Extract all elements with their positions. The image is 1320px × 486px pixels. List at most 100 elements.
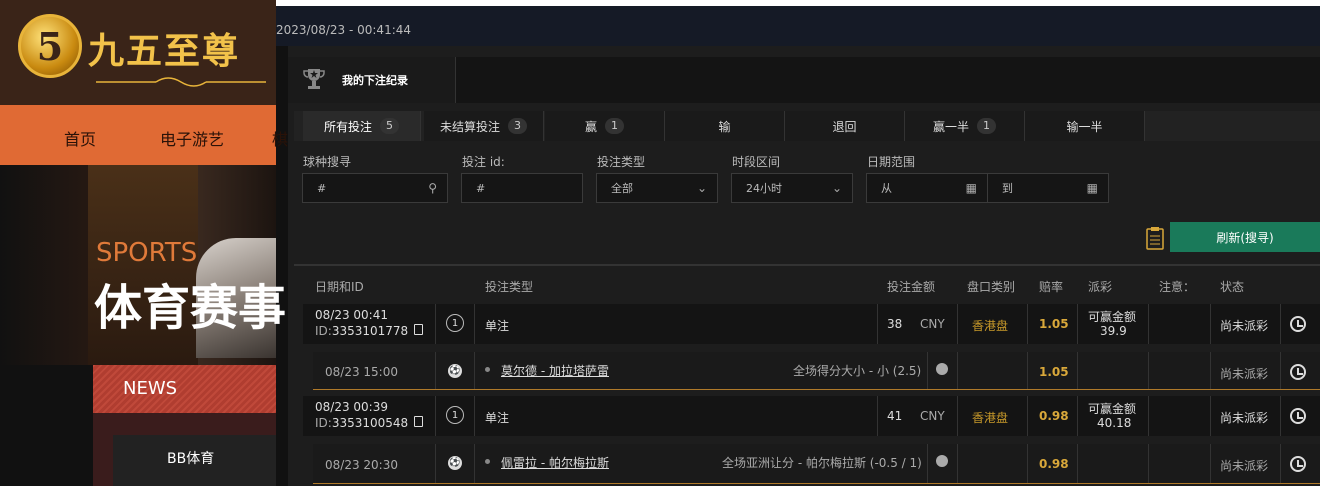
period-select[interactable]: 24小时 ⌄: [731, 173, 853, 203]
divider: [435, 396, 436, 436]
divider: [1077, 352, 1078, 389]
divider: [1027, 444, 1028, 483]
bet-number-icon: 1: [446, 314, 464, 332]
divider: [1148, 304, 1149, 344]
match-link[interactable]: 莫尔德 - 加拉塔萨雷: [501, 362, 609, 379]
soccer-ball-icon: ⚽: [448, 364, 462, 378]
calendar-icon[interactable]: ▦: [966, 181, 977, 195]
tab-count: 1: [605, 118, 624, 134]
divider: [1280, 444, 1281, 483]
currency: CNY: [920, 317, 945, 331]
bb-sports-label: BB体育: [167, 451, 215, 467]
th-notes: 注意：: [1159, 280, 1196, 294]
divider: [474, 396, 475, 436]
tab-label: 未结算投注: [439, 119, 500, 134]
hero-title: 体育赛事: [94, 280, 287, 336]
date-from-placeholder: 从: [881, 182, 892, 195]
divider: [1148, 444, 1149, 483]
tab-half-win[interactable]: 赢一半 1: [905, 111, 1025, 141]
tab-lose[interactable]: 输: [665, 111, 785, 141]
divider: [927, 444, 928, 483]
bet-odds: 1.05: [1039, 317, 1069, 331]
search-icon[interactable]: ⚲: [428, 181, 437, 195]
divider: [435, 352, 436, 389]
payout-value: 40.18: [1097, 416, 1132, 430]
sport-search-label: 球种搜寻: [303, 155, 352, 169]
match-odds: 1.05: [1039, 365, 1069, 379]
bet-type-label: 投注类型: [597, 155, 646, 169]
match-date: 08/23 20:30: [325, 458, 398, 472]
divider: [474, 352, 475, 389]
tab-label: 输一半: [1066, 119, 1103, 134]
divider: [1210, 396, 1211, 436]
tab-half-lose[interactable]: 输一半: [1025, 111, 1145, 141]
th-market: 盘口类别: [967, 280, 1016, 294]
bet-odds: 0.98: [1039, 409, 1069, 423]
divider: [1148, 396, 1149, 436]
copy-icon[interactable]: [414, 416, 423, 427]
tab-all-bets[interactable]: 所有投注 5: [303, 111, 421, 141]
bet-type-value: 全部: [611, 182, 633, 195]
divider: [1148, 352, 1149, 389]
sport-search-placeholder: #: [317, 181, 327, 195]
bet-id: 3353100548: [331, 416, 409, 430]
bet-selection: 全场得分大小 - 小 (2.5): [793, 364, 922, 378]
sport-search-input[interactable]: # ⚲: [302, 173, 448, 203]
divider: [957, 352, 958, 389]
chevron-down-icon: ⌄: [831, 181, 842, 195]
date-from-input[interactable]: 从 ▦: [866, 173, 988, 203]
tab-win[interactable]: 赢 1: [545, 111, 665, 141]
divider: [1027, 396, 1028, 436]
divider: [957, 304, 958, 344]
currency: CNY: [920, 409, 945, 423]
bet-type-select[interactable]: 全部 ⌄: [596, 173, 718, 203]
logo-icon[interactable]: 5: [18, 14, 82, 78]
divider: [1077, 396, 1078, 436]
bet-amount: 41: [887, 409, 903, 423]
divider: [957, 396, 958, 436]
user-icon: [936, 363, 948, 375]
divider: [1280, 396, 1281, 436]
clock-icon: [1290, 316, 1306, 332]
copy-icon[interactable]: [414, 324, 423, 335]
tab-count: 5: [380, 118, 399, 134]
payout-value: 39.9: [1100, 324, 1127, 338]
tab-unsettled[interactable]: 未结算投注 3: [424, 111, 544, 141]
table-divider: [294, 264, 1320, 266]
divider: [474, 304, 475, 344]
hero-label: SPORTS: [96, 238, 198, 268]
bet-id-input[interactable]: #: [461, 173, 583, 203]
divider: [927, 352, 928, 389]
match-link[interactable]: 佩雷拉 - 帕尔梅拉斯: [501, 454, 609, 471]
news-label: NEWS: [123, 378, 178, 399]
current-time: 2023/08/23 - 00:41:44: [276, 23, 412, 37]
divider: [1027, 304, 1028, 344]
bet-type: 单注: [485, 319, 510, 333]
user-icon: [936, 455, 948, 467]
refresh-search-button[interactable]: 刷新(搜寻): [1170, 222, 1320, 252]
tab-refund[interactable]: 退回: [785, 111, 905, 141]
payout-label: 可赢金额: [1088, 310, 1137, 324]
logo-text[interactable]: 九五至尊: [88, 22, 240, 74]
period-value: 24小时: [746, 182, 782, 195]
date-to-input[interactable]: 到 ▦: [987, 173, 1109, 203]
trophy-icon: [303, 69, 325, 89]
nav-electronic-games[interactable]: 电子游艺: [160, 126, 224, 150]
nav-home[interactable]: 首页: [64, 126, 96, 150]
bet-status: 尚未派彩: [1220, 411, 1269, 425]
tab-label: 所有投注: [323, 119, 372, 134]
bet-date: 08/23 00:39: [315, 400, 388, 414]
tab-label: 赢: [584, 119, 597, 134]
divider: [957, 444, 958, 483]
market-type: 香港盘: [972, 319, 1009, 333]
calendar-icon[interactable]: ▦: [1087, 181, 1098, 195]
nav-chess[interactable]: 棋: [272, 126, 288, 150]
bet-amount: 38: [887, 317, 903, 331]
bet-date: 08/23 00:41: [315, 308, 388, 322]
clipboard-icon[interactable]: [1145, 226, 1165, 250]
tab-label: 输: [718, 119, 731, 134]
match-status: 尚未派彩: [1220, 459, 1269, 473]
divider: [1027, 352, 1028, 389]
period-label: 时段区间: [732, 155, 781, 169]
soccer-ball-icon: ⚽: [448, 456, 462, 470]
